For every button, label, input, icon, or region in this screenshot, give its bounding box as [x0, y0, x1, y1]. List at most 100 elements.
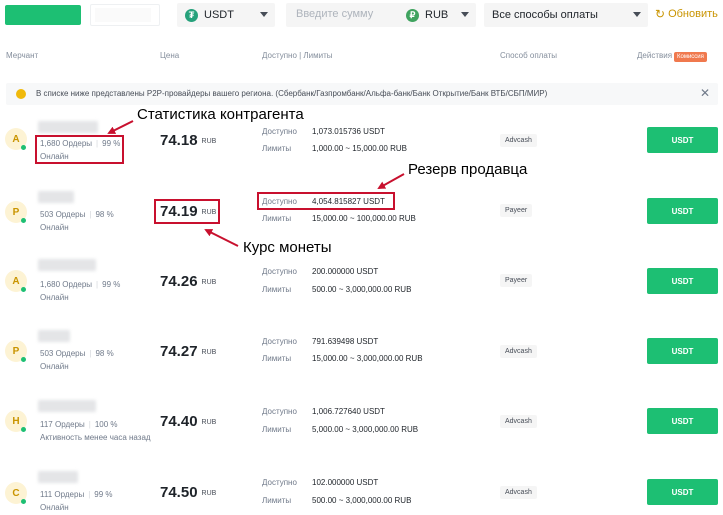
merchant-status: Активность менее часа назад: [40, 433, 151, 442]
table-row: C 111 Ордеры | 99 % Онлайн 74.50 RUB Доступ…: [0, 462, 723, 515]
buy-usdt-button[interactable]: USDT: [647, 198, 718, 224]
payment-method-tag: Payeer: [500, 274, 533, 287]
payment-method-tag: Advcash: [500, 345, 537, 358]
merchant-stats: 503 Ордеры | 98 %: [40, 210, 114, 219]
buy-tab-button[interactable]: [5, 5, 81, 25]
price: 74.26 RUB: [160, 273, 216, 290]
annotation-seller-reserve: Резерв продавца: [408, 161, 528, 178]
price: 74.50 RUB: [160, 484, 216, 501]
limits-label: Лимиты: [262, 285, 292, 294]
limits-label: Лимиты: [262, 214, 292, 223]
merchant-name[interactable]: [38, 330, 70, 342]
merchant-completion: 99 %: [102, 280, 121, 289]
limits-value: 1,000.00 ~ 15,000.00 RUB: [312, 144, 407, 153]
limits-label: Лимиты: [262, 496, 292, 505]
buy-usdt-button[interactable]: USDT: [647, 479, 718, 505]
coin-select[interactable]: ₮ USDT: [177, 3, 275, 27]
limits-value: 500.00 ~ 3,000,000.00 RUB: [312, 285, 412, 294]
amount-input[interactable]: Введите сумму ₽ RUB: [286, 3, 476, 27]
payment-method-tag: Payeer: [500, 204, 533, 217]
counterparty-stats-highlight: [35, 135, 124, 164]
fiat-select[interactable]: ₽ RUB: [406, 3, 448, 27]
merchant-status: Онлайн: [40, 362, 69, 371]
price: 74.18 RUB: [160, 132, 216, 149]
buy-usdt-button[interactable]: USDT: [647, 127, 718, 153]
available-value: 1,006.727640 USDT: [312, 407, 385, 416]
available-value: 102.000000 USDT: [312, 478, 379, 487]
merchant-status: Онлайн: [40, 503, 69, 512]
online-indicator: [21, 499, 26, 504]
available-label: Доступно: [262, 337, 297, 346]
payment-method-tag: Advcash: [500, 415, 537, 428]
merchant-stats: 503 Ордеры | 98 %: [40, 349, 114, 358]
limits-value: 5,000.00 ~ 3,000,000.00 RUB: [312, 425, 419, 434]
annotation-counterparty-stats: Статистика контрагента: [137, 106, 304, 123]
column-header-available-limits: Доступно | Лимиты: [262, 51, 333, 60]
warning-icon: [16, 89, 26, 99]
chevron-down-icon: [633, 12, 641, 17]
online-indicator: [21, 427, 26, 432]
refresh-button[interactable]: ↻ Обновить: [655, 7, 718, 21]
online-indicator: [21, 357, 26, 362]
merchant-name[interactable]: [38, 400, 96, 412]
merchant-completion: 98 %: [95, 210, 114, 219]
merchant-orders: 503 Ордеры: [40, 349, 86, 358]
limits-label: Лимиты: [262, 425, 292, 434]
merchant-orders: 111 Ордеры: [40, 490, 85, 499]
column-header-price: Цена: [160, 51, 180, 60]
limits-label: Лимиты: [262, 354, 292, 363]
limits-value: 15,000.00 ~ 3,000,000.00 RUB: [312, 354, 423, 363]
available-label: Доступно: [262, 407, 297, 416]
price-currency: RUB: [201, 419, 217, 426]
column-header-merchant: Мерчант: [6, 51, 39, 60]
merchant-completion: 98 %: [95, 349, 114, 358]
price-value: 74.27: [160, 343, 198, 360]
limits-value: 500.00 ~ 3,000,000.00 RUB: [312, 496, 412, 505]
merchant-completion: 100 %: [94, 420, 118, 429]
merchant-orders: 503 Ордеры: [40, 210, 86, 219]
close-icon[interactable]: ✕: [700, 86, 710, 100]
merchant-stats: 1,680 Ордеры | 99 %: [40, 280, 121, 289]
filter-bar: ₮ USDT Введите сумму ₽ RUB Все способы о…: [0, 0, 723, 30]
limits-value: 15,000.00 ~ 100,000.00 RUB: [312, 214, 416, 223]
merchant-name[interactable]: [38, 191, 74, 203]
merchant-name[interactable]: [38, 259, 96, 271]
available-value: 200.000000 USDT: [312, 267, 379, 276]
buy-usdt-button[interactable]: USDT: [647, 338, 718, 364]
price-currency: RUB: [201, 138, 217, 145]
buy-usdt-button[interactable]: USDT: [647, 408, 718, 434]
merchant-orders: 117 Ордеры: [40, 420, 85, 429]
price-value: 74.18: [160, 132, 198, 149]
payment-method-value: Все способы оплаты: [492, 9, 598, 21]
payment-method-select[interactable]: Все способы оплаты: [484, 3, 648, 27]
price-currency: RUB: [201, 279, 217, 286]
chevron-down-icon: [260, 12, 268, 17]
merchant-name[interactable]: [38, 121, 98, 133]
table-row: H 117 Ордеры | 100 % Активность менее часа…: [0, 392, 723, 456]
buy-usdt-button[interactable]: USDT: [647, 268, 718, 294]
seller-reserve-highlight: [257, 192, 395, 210]
price-value: 74.26: [160, 273, 198, 290]
online-indicator: [21, 287, 26, 292]
table-row: P 503 Ордеры | 98 % Онлайн 74.27 RUB Доступ…: [0, 322, 723, 386]
available-value: 791.639498 USDT: [312, 337, 379, 346]
ruble-icon: ₽: [406, 8, 419, 22]
limits-label: Лимиты: [262, 144, 292, 153]
region-notice-text: В списке ниже представлены P2P-провайдер…: [36, 89, 548, 98]
price-value: 74.40: [160, 413, 198, 430]
merchant-status: Онлайн: [40, 293, 69, 302]
chevron-down-icon: [461, 12, 469, 17]
price: 74.27 RUB: [160, 343, 216, 360]
merchant-name[interactable]: [38, 471, 78, 483]
coin-select-value: USDT: [204, 9, 234, 21]
merchant-orders: 1,680 Ордеры: [40, 280, 93, 289]
fee-badge[interactable]: Комиссия: [674, 52, 707, 62]
fiat-select-value: RUB: [425, 9, 449, 21]
payment-method-tag: Advcash: [500, 486, 537, 499]
tether-icon: ₮: [185, 8, 198, 22]
sell-tab-button[interactable]: [90, 4, 160, 26]
merchant-stats: 111 Ордеры | 99 %: [40, 490, 113, 499]
available-label: Доступно: [262, 127, 297, 136]
online-indicator: [21, 218, 26, 223]
region-notice: В списке ниже представлены P2P-провайдер…: [6, 83, 718, 105]
